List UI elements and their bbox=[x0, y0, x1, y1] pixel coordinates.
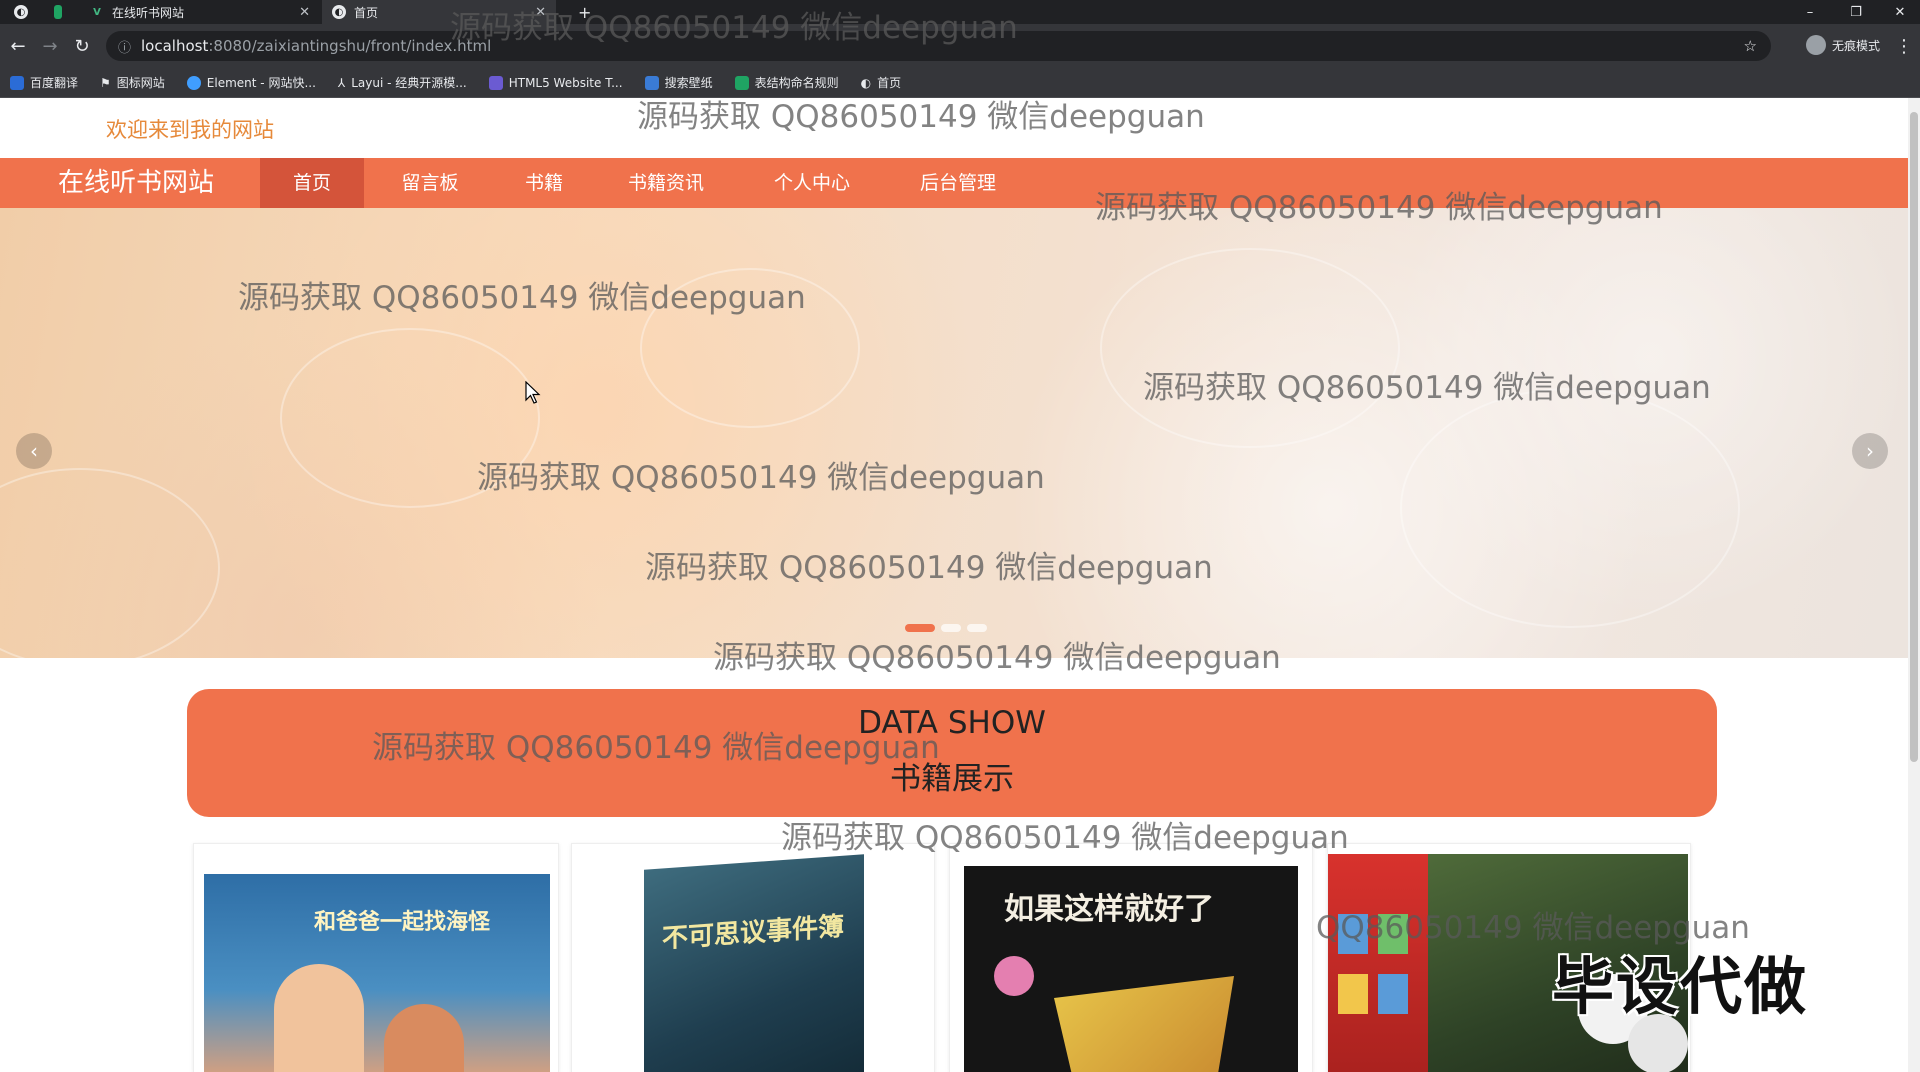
watermark-text: 源码获取 QQ86050149 微信deepguan bbox=[781, 820, 1349, 856]
url-host: localhost bbox=[141, 37, 209, 55]
tab-search-button[interactable]: ◐ bbox=[4, 0, 40, 24]
minimize-icon[interactable]: – bbox=[1790, 0, 1830, 24]
carousel-prev-button[interactable]: ‹ bbox=[16, 433, 52, 469]
book-cover-title: 不可思议事件簿 bbox=[662, 911, 845, 955]
tab-title: 首页 bbox=[354, 5, 379, 20]
nav-message-board[interactable]: 留言板 bbox=[380, 158, 480, 208]
carousel-dot[interactable] bbox=[967, 624, 987, 632]
site-name[interactable]: 在线听书网站 bbox=[58, 158, 214, 208]
watermark-text: 源码获取 QQ86050149 微信deepguan bbox=[450, 10, 1018, 46]
watermark-text: 源码获取 QQ86050149 微信deepguan bbox=[372, 730, 940, 766]
vue-icon: V bbox=[93, 6, 101, 18]
watermark-text: 源码获取 QQ86050149 微信deepguan bbox=[477, 460, 1045, 496]
window-close-icon[interactable]: ✕ bbox=[1880, 0, 1920, 24]
globe-icon: ◐ bbox=[860, 75, 872, 90]
book-cover-title: 如果这样就好了 bbox=[1004, 892, 1214, 927]
carousel-indicators bbox=[905, 624, 987, 632]
tab-site[interactable]: V 在线听书网站 ✕ bbox=[80, 0, 320, 24]
star-icon[interactable]: ☆ bbox=[1744, 37, 1757, 55]
reload-icon[interactable]: ↻ bbox=[70, 34, 94, 58]
book-card[interactable]: 和爸爸一起找海怪 bbox=[193, 843, 559, 1072]
incognito-icon bbox=[1805, 35, 1826, 55]
nav-book-news[interactable]: 书籍资讯 bbox=[606, 158, 726, 208]
cover-mask bbox=[1054, 976, 1234, 1072]
watermark-text: 源码获取 QQ86050149 微信deepguan bbox=[1143, 370, 1711, 406]
bookmark-item[interactable]: 搜索壁纸 bbox=[644, 74, 713, 91]
promo-stamp: 毕设代做 bbox=[1552, 950, 1809, 1023]
book-cover: 不可思议事件簿 bbox=[644, 854, 864, 1072]
cover-decor bbox=[1378, 974, 1408, 1014]
decor-petal bbox=[1100, 248, 1400, 448]
bookmark-item[interactable]: ⚑ 图标网站 bbox=[100, 74, 165, 91]
bookmark-label: 表结构命名规则 bbox=[754, 76, 839, 90]
pinned-tab[interactable] bbox=[44, 0, 72, 24]
globe-icon: ◐ bbox=[14, 5, 28, 19]
wallpaper-icon bbox=[644, 75, 659, 90]
back-icon[interactable]: ← bbox=[6, 34, 30, 58]
book-cover-title: 和爸爸一起找海怪 bbox=[314, 909, 491, 935]
nav-admin[interactable]: 后台管理 bbox=[898, 158, 1018, 208]
watermark-text: 源码获取 QQ86050149 微信deepguan bbox=[645, 550, 1213, 586]
bookmark-item[interactable]: HTML5 Website T... bbox=[488, 75, 623, 90]
screen: ◐ V 在线听书网站 ✕ ◐ 首页 ✕ + – ❐ ✕ ← → ↻ ⓘ loca… bbox=[0, 0, 1920, 1072]
book-card[interactable]: 如果这样就好了 bbox=[949, 843, 1313, 1072]
welcome-text: 欢迎来到我的网站 bbox=[106, 118, 274, 142]
watermark-text: 源码获取 QQ86050149 微信deepguan bbox=[637, 99, 1205, 135]
forward-icon[interactable]: → bbox=[38, 34, 62, 58]
bookmark-item[interactable]: Element - 网站快... bbox=[186, 74, 316, 91]
layui-icon: ⅄ bbox=[337, 75, 346, 90]
nav-home[interactable]: 首页 bbox=[260, 158, 364, 208]
nav-books[interactable]: 书籍 bbox=[500, 158, 588, 208]
carousel-next-button[interactable]: › bbox=[1852, 433, 1888, 469]
tab-title: 在线听书网站 bbox=[112, 5, 185, 20]
translate-icon bbox=[10, 75, 24, 90]
sheet-icon bbox=[54, 5, 62, 19]
bookmark-label: 图标网站 bbox=[116, 76, 165, 90]
book-card[interactable]: 不可思议事件簿 bbox=[571, 843, 935, 1072]
profile-label: 无痕模式 bbox=[1831, 38, 1880, 53]
restore-icon[interactable]: ❐ bbox=[1836, 0, 1876, 24]
bookmark-item[interactable]: ⅄ Layui - 经典开源模... bbox=[338, 74, 467, 91]
bookmark-item[interactable]: 百度翻译 bbox=[10, 74, 78, 91]
nav-personal-center[interactable]: 个人中心 bbox=[752, 158, 872, 208]
bookmark-label: Element - 网站快... bbox=[206, 76, 316, 90]
bookmark-label: 百度翻译 bbox=[30, 76, 79, 90]
carousel-dot[interactable] bbox=[941, 624, 961, 632]
incognito-profile[interactable]: 无痕模式 bbox=[1805, 35, 1880, 55]
decor-petal bbox=[0, 468, 220, 658]
bookmark-label: 首页 bbox=[877, 76, 902, 90]
watermark-text: 源码获取 QQ86050149 微信deepguan bbox=[713, 640, 1281, 676]
flag-icon: ⚑ bbox=[100, 75, 111, 90]
info-icon[interactable]: ⓘ bbox=[118, 37, 131, 56]
html5-icon bbox=[488, 75, 503, 90]
close-icon[interactable]: ✕ bbox=[299, 5, 310, 20]
mouse-cursor-icon bbox=[525, 381, 541, 404]
book-box bbox=[1328, 854, 1428, 1072]
scrollbar-thumb[interactable] bbox=[1910, 112, 1918, 762]
bookmark-label: HTML5 Website T... bbox=[508, 75, 623, 90]
globe-icon: ◐ bbox=[332, 5, 346, 19]
page-scrollbar[interactable] bbox=[1908, 98, 1920, 1072]
cover-figure bbox=[384, 1004, 464, 1072]
cover-decor bbox=[994, 956, 1034, 996]
element-icon bbox=[186, 75, 201, 90]
url-path: :8080/zaixiantingshu/front/index.html bbox=[208, 37, 492, 55]
menu-icon[interactable]: ⋮ bbox=[1892, 34, 1916, 58]
bookmark-label: Layui - 经典开源模... bbox=[351, 76, 467, 90]
cover-figure bbox=[274, 964, 364, 1072]
watermark-text: 源码获取 QQ86050149 微信deepguan bbox=[238, 280, 806, 316]
decor-petal bbox=[1400, 388, 1740, 628]
bookmark-item[interactable]: 表结构命名规则 bbox=[734, 74, 839, 91]
carousel-dot[interactable] bbox=[905, 624, 935, 632]
cover-decor bbox=[1338, 974, 1368, 1014]
bookmark-label: 搜索壁纸 bbox=[664, 76, 713, 90]
bookmark-item[interactable]: ◐ 首页 bbox=[861, 74, 902, 91]
doc-icon bbox=[734, 75, 749, 90]
watermark-text: 源码获取 QQ86050149 微信deepguan bbox=[1095, 190, 1663, 226]
book-cover: 和爸爸一起找海怪 bbox=[204, 874, 550, 1072]
book-cover: 如果这样就好了 bbox=[964, 866, 1298, 1072]
